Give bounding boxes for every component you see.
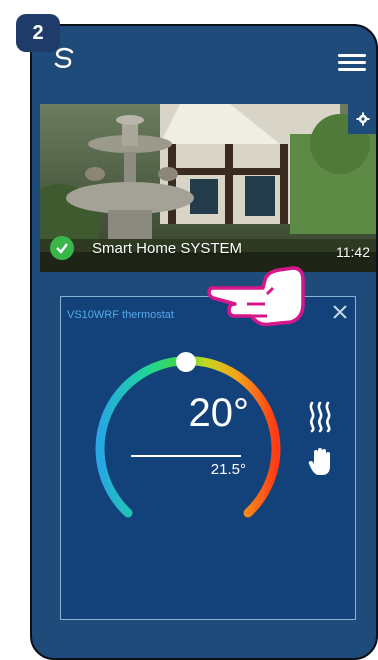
menu-line: [338, 61, 366, 64]
phone-screen: Smart Home SYSTEM 11:42 VS10WRF thermost…: [30, 24, 378, 660]
thermostat-card[interactable]: VS10WRF thermostat 20° 21.5°: [60, 296, 356, 620]
temperature-divider: [131, 455, 241, 457]
dial-handle[interactable]: [176, 352, 196, 372]
settings-button[interactable]: [348, 104, 376, 134]
menu-line: [338, 68, 366, 71]
system-name: Smart Home SYSTEM: [92, 239, 243, 257]
set-temperature: 20°: [188, 391, 250, 435]
check-icon: [50, 236, 74, 260]
thermostat-title: VS10WRF thermostat: [67, 309, 174, 321]
pointing-hand-icon: [207, 266, 305, 327]
step-number-badge: 2: [16, 14, 60, 52]
hand-icon[interactable]: [308, 447, 332, 477]
temperature-dial[interactable]: [93, 351, 283, 541]
status-row: Smart Home SYSTEM: [50, 236, 242, 260]
app-bar: [32, 26, 376, 96]
close-icon[interactable]: [331, 303, 349, 321]
heat-waves-icon: [309, 401, 331, 433]
current-temperature: 21.5°: [210, 461, 246, 478]
hero-time: 11:42: [336, 244, 370, 260]
menu-line: [338, 54, 366, 57]
hamburger-menu-button[interactable]: [338, 54, 366, 72]
gear-icon: [356, 112, 370, 126]
home-hero-image[interactable]: Smart Home SYSTEM 11:42: [40, 104, 376, 272]
